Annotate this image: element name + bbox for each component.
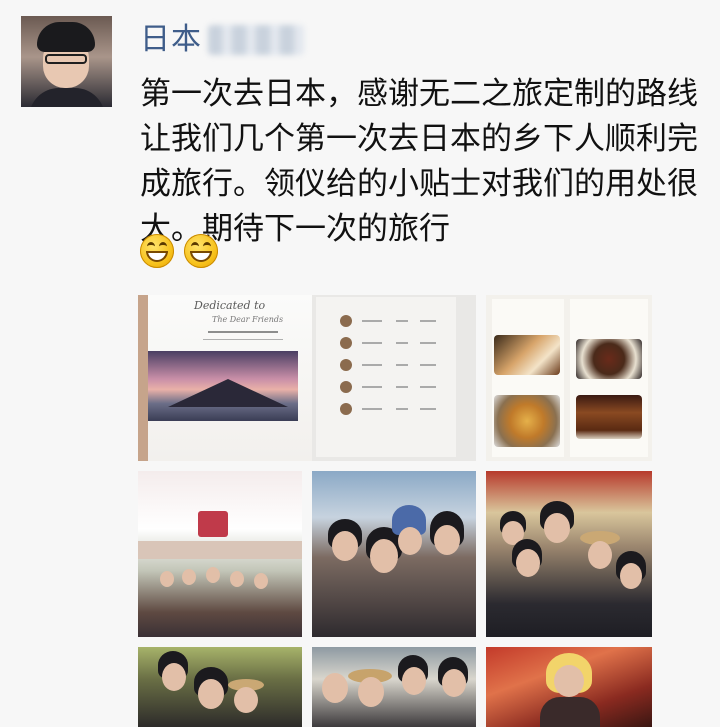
itinerary-text	[396, 320, 408, 322]
ship-decoration	[198, 511, 228, 537]
author-row: 日本	[140, 20, 304, 60]
avatar-hair	[37, 22, 95, 52]
photo-food-guide[interactable]	[486, 295, 652, 461]
person-head	[234, 687, 258, 713]
photo-ship-group[interactable]	[138, 471, 302, 637]
photo-group-outdoor[interactable]	[138, 647, 302, 727]
person-head	[230, 571, 244, 587]
post-text: 第一次去日本，感谢无二之旅定制的路线让我们几个第一次去日本的乡下人顺利完成旅行。…	[140, 76, 698, 247]
food-photo-sushi	[494, 335, 560, 375]
person-head	[402, 667, 426, 695]
itinerary-text	[396, 342, 408, 344]
itinerary-text	[420, 364, 436, 366]
person-head	[332, 531, 358, 561]
avatar-shirt	[29, 88, 105, 107]
ship-deck	[138, 541, 302, 559]
itinerary-text	[362, 408, 382, 410]
figure-head	[554, 665, 584, 697]
person-head	[358, 677, 384, 707]
person-head	[160, 571, 174, 587]
book-text-line	[208, 331, 278, 333]
person-head	[254, 573, 268, 589]
food-photo-tempura	[494, 395, 560, 447]
author-name-redacted	[208, 25, 304, 55]
photo-pirate-ship-group[interactable]	[486, 471, 652, 637]
book-subtitle: The Dear Friends	[212, 315, 284, 324]
itinerary-text	[396, 386, 408, 388]
photo-itinerary-page[interactable]	[312, 295, 476, 461]
grinning-face-icon	[184, 234, 218, 268]
figure-armor	[540, 697, 600, 727]
photo-selfie-group[interactable]	[312, 471, 476, 637]
photo-group-hats[interactable]	[312, 647, 476, 727]
itinerary-text	[420, 408, 436, 410]
person-head	[620, 563, 642, 589]
grinning-face-icon	[140, 234, 174, 268]
book-text-line	[203, 339, 283, 340]
itinerary-bullet	[340, 315, 352, 327]
itinerary-text	[396, 408, 408, 410]
emoji-row	[140, 234, 218, 268]
book-title: Dedicated to	[194, 299, 266, 312]
person-head	[182, 569, 196, 585]
itinerary-text	[362, 386, 382, 388]
person-head	[442, 669, 466, 697]
itinerary-bullet	[340, 403, 352, 415]
photo-anime-figure[interactable]	[486, 647, 652, 727]
person-head	[544, 513, 570, 543]
person-head	[588, 541, 612, 569]
person-head	[434, 525, 460, 555]
person-head	[322, 673, 348, 703]
itinerary-text	[362, 364, 382, 366]
itinerary-text	[420, 320, 436, 322]
food-photo-steak	[576, 339, 642, 379]
photo-book-cover[interactable]: Dedicated to The Dear Friends	[138, 295, 312, 461]
itinerary-bullet	[340, 337, 352, 349]
food-photo-unagi	[576, 395, 642, 439]
person-head	[370, 539, 398, 573]
itinerary-text	[420, 386, 436, 388]
person-head	[516, 549, 540, 577]
itinerary-bullet	[340, 381, 352, 393]
author-avatar[interactable]	[21, 16, 112, 107]
person-head	[162, 663, 186, 691]
itinerary-text	[362, 342, 382, 344]
avatar-glasses	[45, 54, 87, 64]
person-head	[198, 679, 224, 709]
person-head	[206, 567, 220, 583]
book-mountain	[168, 379, 288, 407]
itinerary-text	[362, 320, 382, 322]
itinerary-text	[396, 364, 408, 366]
itinerary-bullet	[340, 359, 352, 371]
itinerary-text	[420, 342, 436, 344]
person-head	[398, 527, 422, 555]
author-name[interactable]: 日本	[140, 20, 202, 60]
